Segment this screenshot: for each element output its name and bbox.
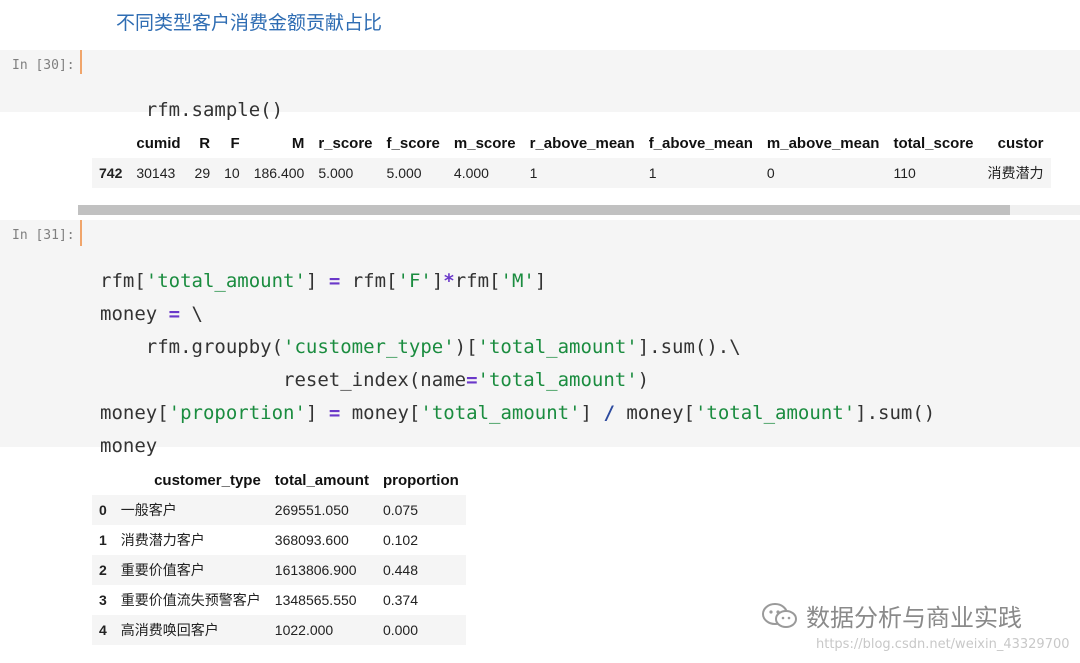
input-prompt: In [30]: (12, 58, 75, 73)
column-header: F (230, 134, 240, 152)
table-cell: 1613806.900 (274, 562, 357, 578)
row-index: 0 (99, 502, 107, 518)
table-cell: 重要价值流失预警客户 (120, 592, 261, 608)
table-cell: 10 (224, 165, 240, 181)
dataframe-output-1: cumid R F M r_score f_score m_score r_ab… (92, 128, 1051, 188)
table-cell: 186.400 (253, 165, 305, 181)
dataframe-output-2: customer_type total_amount proportion 0 … (92, 465, 466, 645)
table-row: 2 重要价值客户 1613806.900 0.448 (92, 555, 466, 585)
row-index: 742 (99, 165, 123, 181)
column-header: r_above_mean (529, 134, 635, 152)
input-prompt: In [31]: (12, 228, 75, 243)
table-cell: 0.075 (382, 502, 419, 518)
cell-selection-edge (80, 220, 82, 246)
cell-selection-edge (80, 50, 82, 74)
table-cell: 30143 (136, 165, 176, 181)
table-cell: 1348565.550 (274, 592, 357, 608)
column-header: total_amount (274, 471, 369, 489)
column-header (92, 465, 114, 495)
code-line-1: rfm['total_amount'] = rfm['F']*rfm['M'] (100, 270, 547, 292)
row-index: 2 (99, 562, 107, 578)
code-line-2: money = \ (100, 303, 203, 325)
table-cell: 29 (194, 165, 211, 181)
column-header: M (291, 134, 305, 152)
table-cell: 0.000 (382, 622, 419, 638)
table-cell: 5.000 (386, 165, 422, 181)
table-cell: 4.000 (453, 165, 489, 181)
code-line-6: money (100, 435, 158, 457)
table-cell: 重要价值客户 (120, 562, 205, 578)
column-header: R (199, 134, 211, 152)
table-cell: 368093.600 (274, 532, 349, 548)
table-cell: 1022.000 (274, 622, 334, 638)
code-line-5: money['proportion'] = money['total_amoun… (100, 402, 936, 424)
table-row: 3 重要价值流失预警客户 1348565.550 0.374 (92, 585, 466, 615)
table-cell: 1 (648, 165, 657, 181)
wechat-icon (762, 602, 797, 628)
table-row: 4 高消费唤回客户 1022.000 0.000 (92, 615, 466, 645)
column-header: total_score (893, 134, 974, 152)
table-cell: 消费潜力客户 (120, 532, 205, 548)
column-header: f_score (386, 134, 440, 152)
markdown-heading: 不同类型客户消费金额贡献占比 (116, 12, 383, 34)
table-cell: 1 (529, 165, 538, 181)
code-cell-31[interactable]: In [31]: rfm['total_amount'] = rfm['F']*… (0, 220, 1080, 457)
table-header-row: customer_type total_amount proportion (92, 465, 466, 495)
watermark-text: 数据分析与商业实践 (806, 604, 1022, 632)
table-cell: 高消费唤回客户 (120, 622, 219, 638)
table-row: 1 消费潜力客户 368093.600 0.102 (92, 525, 466, 555)
column-header: proportion (382, 471, 459, 489)
column-header: r_score (318, 134, 373, 152)
horizontal-scrollbar[interactable] (78, 205, 1080, 215)
table-cell: 0.374 (382, 592, 419, 608)
table-cell: 0.448 (382, 562, 419, 578)
table-cell: 0 (766, 165, 775, 181)
column-header: m_above_mean (766, 134, 880, 152)
code-cell-30[interactable]: In [30]: rfm.sample() (0, 50, 1080, 121)
code-line: rfm.sample() (145, 99, 284, 121)
column-header: custor (997, 134, 1044, 152)
code-line-4: reset_index(name='total_amount') (283, 369, 650, 391)
column-header: cumid (136, 134, 181, 152)
column-header (92, 128, 129, 158)
column-header: f_above_mean (648, 134, 753, 152)
table-cell: 消费潜力 (987, 165, 1044, 181)
table-cell: 0.102 (382, 532, 419, 548)
column-header: customer_type (154, 471, 261, 489)
row-index: 1 (99, 532, 107, 548)
scrollbar-thumb[interactable] (78, 205, 1010, 215)
table-row: 0 一般客户 269551.050 0.075 (92, 495, 466, 525)
code-editor[interactable]: rfm['total_amount'] = rfm['F']*rfm['M'] … (100, 232, 935, 463)
watermark-url: https://blog.csdn.net/weixin_43329700 (816, 637, 1070, 652)
column-header: m_score (453, 134, 516, 152)
table-cell: 269551.050 (274, 502, 349, 518)
table-cell: 一般客户 (120, 502, 177, 518)
code-line-3: rfm.groupby('customer_type')['total_amou… (145, 336, 741, 358)
row-index: 4 (99, 622, 107, 638)
table-row: 742 30143 29 10 186.400 5.000 5.000 4.00… (92, 158, 1051, 188)
table-header-row: cumid R F M r_score f_score m_score r_ab… (92, 128, 1051, 158)
table-cell: 5.000 (318, 165, 354, 181)
watermark: 数据分析与商业实践 (760, 598, 1022, 633)
table-cell: 110 (893, 165, 916, 181)
row-index: 3 (99, 592, 107, 608)
